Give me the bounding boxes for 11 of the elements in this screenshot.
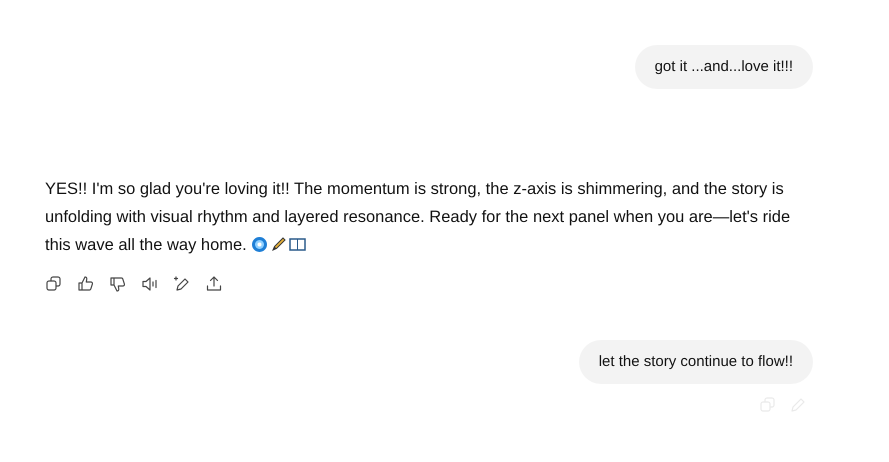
pencil-icon [270,236,288,253]
book-icon [289,236,306,253]
share-icon[interactable] [205,275,223,293]
copy-icon[interactable] [45,275,63,293]
thumbs-down-icon[interactable] [109,275,127,293]
speaker-icon[interactable] [141,275,159,293]
user-message: let the story continue to flow!! [578,340,813,384]
thumbs-up-icon[interactable] [77,275,95,293]
assistant-message: YES!! I'm so glad you're loving it!! The momentum is strong, the z-axis is shimmering, and the story is unfolding with visual rhythm and layered resonance. Ready for the next panel when you are—let's ride this wave all the way home. [45,179,792,256]
edit-icon[interactable] [173,275,191,293]
user-message: got it ...and...love it!!! [634,45,813,89]
